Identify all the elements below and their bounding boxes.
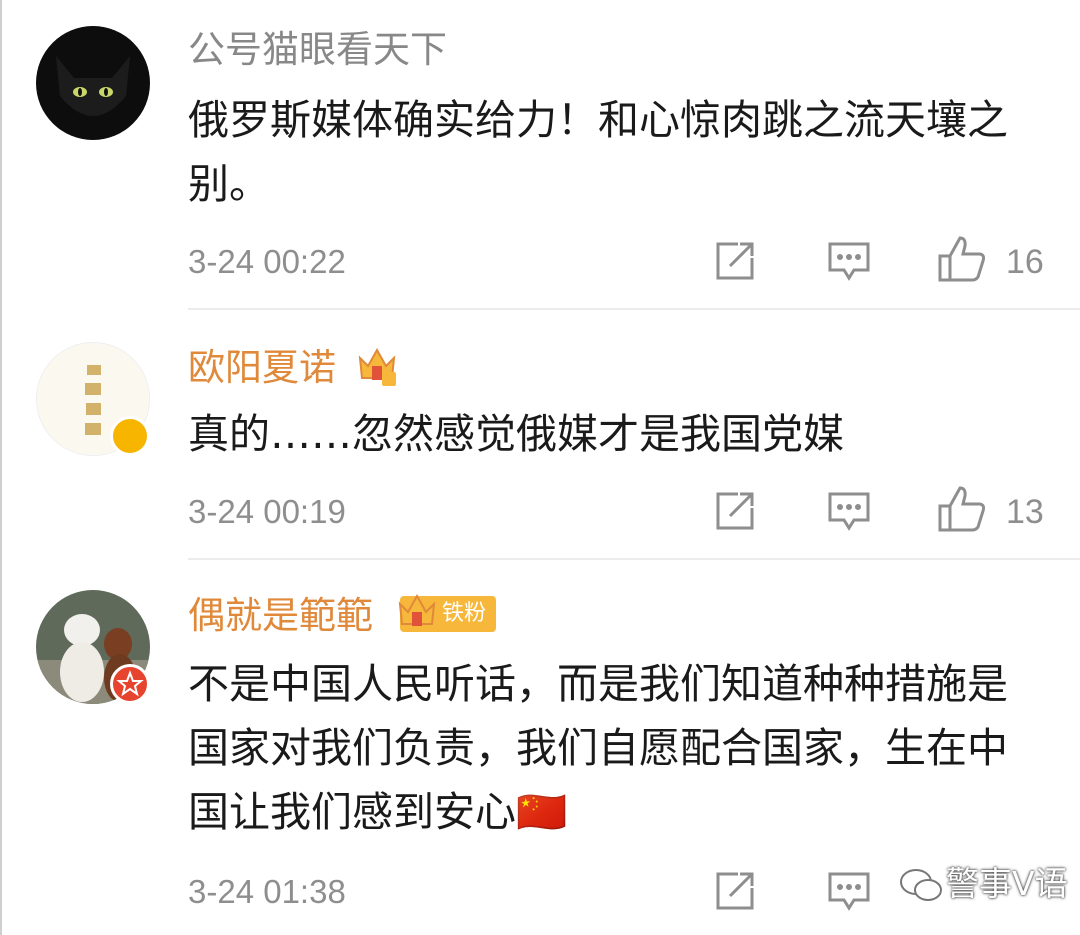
comment-icon[interactable]: [828, 492, 870, 532]
member-star-badge-icon: [110, 664, 150, 704]
share-icon[interactable]: [714, 490, 756, 532]
username[interactable]: 公号猫眼看天下: [188, 28, 447, 72]
verified-badge-icon: [110, 416, 150, 456]
comment-item: 公号猫眼看天下 俄罗斯媒体确实给力！和心惊肉跳之流天壤之别。 3-24 00:2…: [0, 0, 1080, 310]
comment-item: 欧阳夏诺 真的……忽然感觉俄媒才是我国党媒 3-24 00:19 13: [0, 310, 1080, 560]
like-icon[interactable]: [938, 486, 986, 532]
watermark: 警事V语: [946, 864, 1068, 903]
like-icon[interactable]: [938, 236, 986, 282]
comment-icon[interactable]: [828, 242, 870, 282]
wechat-logo-icon: [898, 866, 944, 910]
like-count: 13: [1006, 493, 1044, 531]
comment-text: 真的……忽然感觉俄媒才是我国党媒: [188, 410, 844, 458]
timestamp: 3-24 00:19: [188, 493, 346, 530]
avatar[interactable]: [36, 26, 150, 140]
username[interactable]: 偶就是範範: [188, 594, 373, 638]
comment-text: 不是中国人民听话，而是我们知道种种措施是国家对我们负责，我们自愿配合国家，生在中…: [188, 660, 1008, 836]
comment-text: 俄罗斯媒体确实给力！和心惊肉跳之流天壤之别。: [188, 96, 1008, 208]
comment-item: 偶就是範範 铁粉 不是中国人民听话，而是我们知道种种措施是国家对我们负责，我们自…: [0, 560, 1080, 935]
comment-icon[interactable]: [828, 872, 870, 912]
timestamp: 3-24 00:22: [188, 243, 346, 280]
vip-crown-icon[interactable]: [356, 344, 398, 392]
like-count: 16: [1006, 243, 1044, 281]
share-icon[interactable]: [714, 870, 756, 912]
share-icon[interactable]: [714, 240, 756, 282]
timestamp: 3-24 01:38: [188, 873, 346, 910]
username[interactable]: 欧阳夏诺: [188, 346, 336, 390]
